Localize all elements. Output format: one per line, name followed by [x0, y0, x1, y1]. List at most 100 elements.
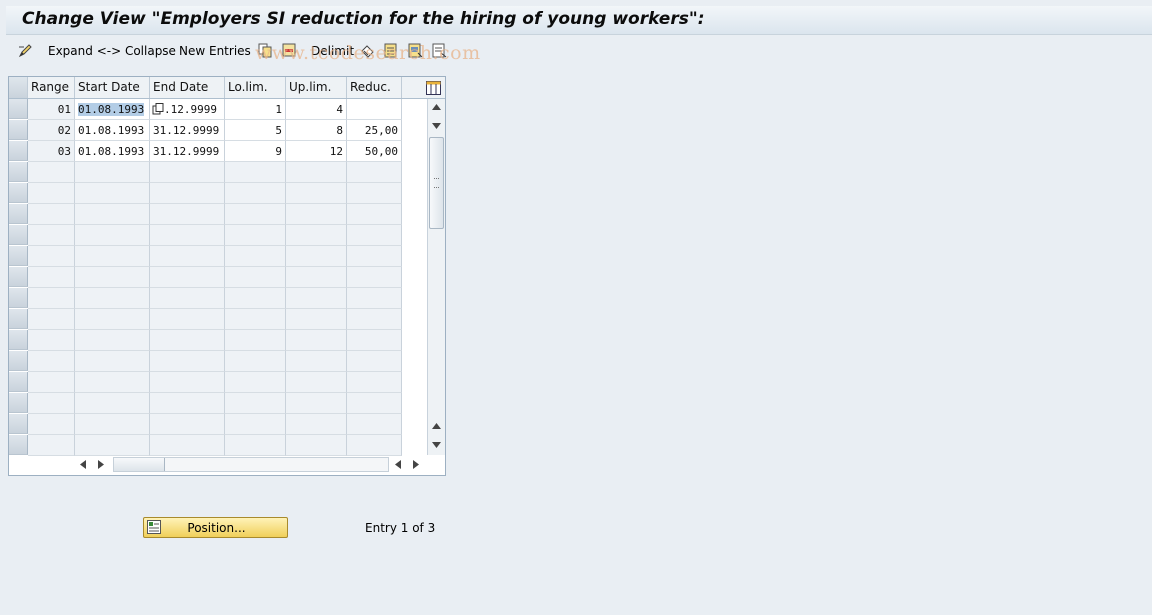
empty-cell[interactable] — [286, 246, 347, 267]
horizontal-scroll-thumb[interactable] — [114, 458, 165, 471]
vertical-scroll-thumb[interactable] — [429, 137, 444, 229]
scroll-down-icon[interactable] — [432, 123, 441, 129]
empty-cell[interactable] — [347, 204, 402, 225]
scroll-up-icon[interactable] — [432, 104, 441, 110]
cell-start-date[interactable]: 01.08.1993 — [75, 120, 150, 141]
empty-cell[interactable] — [286, 183, 347, 204]
cell-lo-lim[interactable]: 5 — [225, 120, 286, 141]
cell-up-lim[interactable]: 12 — [286, 141, 347, 162]
empty-cell[interactable] — [28, 414, 75, 435]
empty-cell[interactable] — [75, 204, 150, 225]
column-header-start-date[interactable]: Start Date — [75, 77, 150, 98]
column-header-reduc[interactable]: Reduc. — [347, 77, 402, 98]
empty-cell[interactable] — [286, 351, 347, 372]
row-selector[interactable] — [9, 120, 28, 140]
empty-cell[interactable] — [150, 246, 225, 267]
empty-cell[interactable] — [347, 225, 402, 246]
empty-cell[interactable] — [225, 225, 286, 246]
row-selector[interactable] — [9, 246, 28, 266]
empty-cell[interactable] — [75, 288, 150, 309]
empty-cell[interactable] — [225, 162, 286, 183]
empty-cell[interactable] — [347, 330, 402, 351]
empty-cell[interactable] — [225, 414, 286, 435]
empty-cell[interactable] — [347, 435, 402, 456]
expand-collapse-button[interactable]: Expand <-> Collapse — [48, 44, 176, 58]
empty-cell[interactable] — [150, 351, 225, 372]
row-selector[interactable] — [9, 288, 28, 308]
empty-cell[interactable] — [28, 372, 75, 393]
empty-cell[interactable] — [75, 246, 150, 267]
column-header-range[interactable]: Range — [28, 77, 75, 98]
empty-cell[interactable] — [28, 225, 75, 246]
empty-cell[interactable] — [28, 393, 75, 414]
empty-cell[interactable] — [286, 204, 347, 225]
scroll-page-down-icon[interactable] — [432, 442, 441, 448]
empty-cell[interactable] — [347, 351, 402, 372]
horizontal-scroll-track[interactable] — [113, 457, 389, 472]
empty-cell[interactable] — [28, 162, 75, 183]
row-selector[interactable] — [9, 372, 28, 392]
empty-cell[interactable] — [28, 288, 75, 309]
row-selector[interactable] — [9, 435, 28, 455]
empty-cell[interactable] — [286, 225, 347, 246]
empty-cell[interactable] — [347, 246, 402, 267]
empty-cell[interactable] — [347, 393, 402, 414]
new-entries-button[interactable]: New Entries — [179, 44, 251, 58]
empty-cell[interactable] — [75, 330, 150, 351]
empty-cell[interactable] — [286, 288, 347, 309]
row-selector[interactable] — [9, 141, 28, 161]
empty-cell[interactable] — [150, 330, 225, 351]
empty-cell[interactable] — [28, 351, 75, 372]
empty-cell[interactable] — [28, 267, 75, 288]
cell-lo-lim[interactable]: 9 — [225, 141, 286, 162]
vertical-scrollbar[interactable] — [427, 99, 445, 455]
column-header-lo-lim[interactable]: Lo.lim. — [225, 77, 286, 98]
cell-reduc[interactable] — [347, 99, 402, 120]
cell-start-date[interactable]: 01.08.1993 — [75, 99, 150, 120]
empty-cell[interactable] — [225, 435, 286, 456]
empty-cell[interactable] — [75, 225, 150, 246]
empty-cell[interactable] — [150, 435, 225, 456]
empty-cell[interactable] — [28, 204, 75, 225]
empty-cell[interactable] — [347, 309, 402, 330]
empty-cell[interactable] — [225, 393, 286, 414]
empty-cell[interactable] — [28, 183, 75, 204]
empty-cell[interactable] — [225, 330, 286, 351]
display-change-icon[interactable] — [18, 43, 33, 58]
empty-cell[interactable] — [150, 183, 225, 204]
empty-cell[interactable] — [75, 351, 150, 372]
cell-end-date[interactable]: .12.9999 — [150, 99, 225, 120]
empty-cell[interactable] — [28, 246, 75, 267]
empty-cell[interactable] — [225, 204, 286, 225]
empty-cell[interactable] — [347, 288, 402, 309]
empty-cell[interactable] — [225, 309, 286, 330]
scroll-left-icon[interactable] — [80, 460, 86, 469]
empty-cell[interactable] — [225, 288, 286, 309]
row-selector[interactable] — [9, 351, 28, 371]
empty-cell[interactable] — [347, 372, 402, 393]
cell-end-date[interactable]: 31.12.9999 — [150, 120, 225, 141]
empty-cell[interactable] — [150, 225, 225, 246]
empty-cell[interactable] — [150, 309, 225, 330]
empty-cell[interactable] — [347, 267, 402, 288]
scroll-end-left-icon[interactable] — [395, 460, 401, 469]
empty-cell[interactable] — [28, 435, 75, 456]
cell-reduc[interactable]: 50,00 — [347, 141, 402, 162]
cell-reduc[interactable]: 25,00 — [347, 120, 402, 141]
row-selector[interactable] — [9, 414, 28, 434]
empty-cell[interactable] — [286, 162, 347, 183]
select-all-rows-corner[interactable] — [9, 77, 28, 98]
cell-up-lim[interactable]: 4 — [286, 99, 347, 120]
empty-cell[interactable] — [28, 330, 75, 351]
empty-cell[interactable] — [150, 393, 225, 414]
cell-end-date[interactable]: 31.12.9999 — [150, 141, 225, 162]
empty-cell[interactable] — [347, 414, 402, 435]
cell-lo-lim[interactable]: 1 — [225, 99, 286, 120]
row-selector[interactable] — [9, 225, 28, 245]
row-selector[interactable] — [9, 204, 28, 224]
row-selector[interactable] — [9, 99, 28, 119]
scroll-end-right-icon[interactable] — [413, 460, 419, 469]
empty-cell[interactable] — [225, 372, 286, 393]
horizontal-scrollbar[interactable] — [77, 455, 423, 473]
empty-cell[interactable] — [225, 267, 286, 288]
